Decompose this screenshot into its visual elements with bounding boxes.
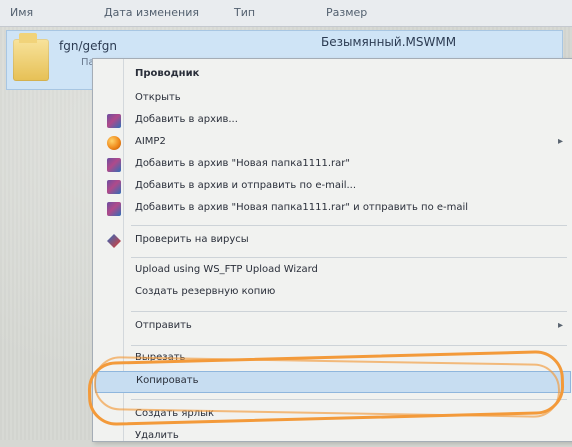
menu-item-explorer[interactable]: Проводник bbox=[95, 65, 569, 85]
menu-item-label: Добавить в архив... bbox=[135, 114, 238, 125]
menu-item-label: Создать резервную копию bbox=[135, 286, 276, 297]
winrar-icon bbox=[107, 114, 121, 128]
antivirus-icon bbox=[107, 234, 121, 248]
menu-item-send-to[interactable]: Отправить ▸ bbox=[95, 317, 569, 337]
menu-item-label: Upload using WS_FTP Upload Wizard bbox=[135, 264, 318, 275]
column-size[interactable]: Размер bbox=[326, 6, 367, 19]
winrar-icon bbox=[107, 158, 121, 172]
menu-item-add-and-email[interactable]: Добавить в архив и отправить по e-mail..… bbox=[95, 177, 569, 197]
menu-item-add-named-and-email[interactable]: Добавить в архив "Новая папка1111.rar" и… bbox=[95, 199, 569, 219]
menu-item-label: Добавить в архив "Новая папка1111.rar" и… bbox=[135, 202, 469, 213]
aimp-icon bbox=[107, 136, 121, 150]
column-type[interactable]: Тип bbox=[234, 6, 255, 19]
menu-item-ws-ftp-upload[interactable]: Upload using WS_FTP Upload Wizard bbox=[95, 261, 569, 281]
winrar-icon bbox=[107, 202, 121, 216]
menu-separator bbox=[131, 225, 567, 226]
menu-separator bbox=[131, 345, 567, 346]
menu-item-label: Проводник bbox=[135, 68, 200, 79]
column-date-modified[interactable]: Дата изменения bbox=[104, 6, 199, 19]
menu-separator bbox=[131, 311, 567, 312]
menu-item-label: Открыть bbox=[135, 92, 181, 103]
menu-item-add-to-archive[interactable]: Добавить в архив... bbox=[95, 111, 569, 131]
menu-item-label: Добавить в архив "Новая папка1111.rar" bbox=[135, 158, 350, 169]
menu-item-label: Проверить на вирусы bbox=[135, 234, 249, 245]
folder-icon bbox=[13, 33, 49, 81]
menu-item-aimp2[interactable]: AIMP2 ▸ bbox=[95, 133, 569, 153]
winrar-icon bbox=[107, 180, 121, 194]
file-name: fgn/gefgn bbox=[59, 39, 117, 53]
submenu-arrow-icon: ▸ bbox=[557, 320, 563, 331]
menu-separator bbox=[131, 257, 567, 258]
column-name[interactable]: Имя bbox=[10, 6, 33, 19]
highlight-annotation-outline-inner bbox=[93, 355, 561, 419]
menu-item-create-backup[interactable]: Создать резервную копию bbox=[95, 283, 569, 303]
column-header-bar: Имя Дата изменения Тип Размер bbox=[0, 0, 572, 27]
menu-item-label: Отправить bbox=[135, 320, 192, 331]
menu-item-delete[interactable]: Удалить bbox=[95, 427, 569, 447]
menu-item-add-to-named-archive[interactable]: Добавить в архив "Новая папка1111.rar" bbox=[95, 155, 569, 175]
menu-item-label: Добавить в архив и отправить по e-mail..… bbox=[135, 180, 357, 191]
menu-item-scan-viruses[interactable]: Проверить на вирусы bbox=[95, 231, 569, 251]
file-size-label: Безымянный.MSWMM bbox=[321, 35, 457, 49]
menu-item-open[interactable]: Открыть bbox=[95, 89, 569, 109]
menu-item-label: AIMP2 bbox=[135, 136, 166, 147]
menu-item-label: Удалить bbox=[135, 430, 179, 441]
submenu-arrow-icon: ▸ bbox=[557, 136, 563, 147]
